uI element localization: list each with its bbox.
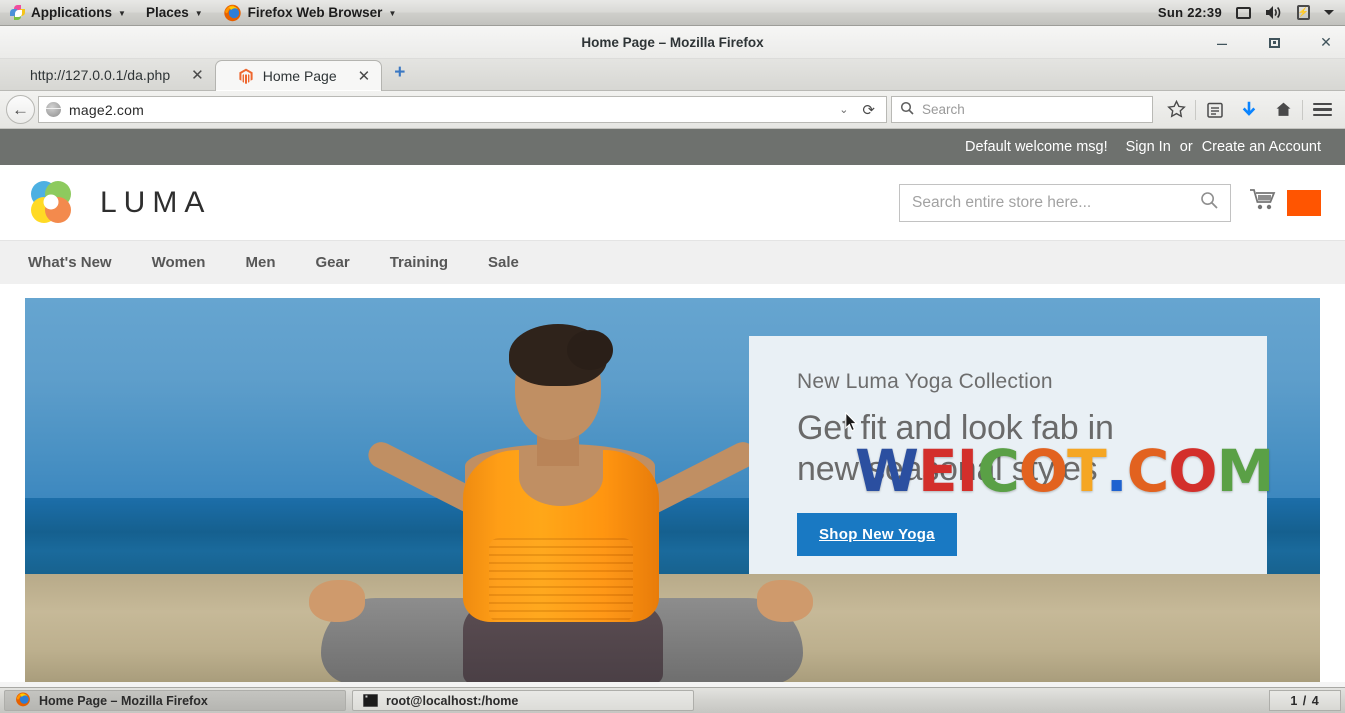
watermark-letter: M — [1216, 437, 1275, 505]
tab-title: Home Page — [262, 68, 337, 84]
taskbar-item-terminal[interactable]: root@localhost:/home — [352, 690, 694, 711]
create-account-link[interactable]: Create an Account — [1202, 139, 1321, 155]
cart-icon — [1249, 188, 1277, 217]
terminal-icon — [363, 692, 378, 707]
url-text: mage2.com — [69, 101, 144, 118]
minicart[interactable] — [1249, 188, 1321, 217]
taskbar-item-label: Home Page – Mozilla Firefox — [39, 693, 208, 708]
firefox-menu-label: Firefox Web Browser — [247, 5, 383, 20]
home-icon[interactable] — [1266, 95, 1300, 125]
tab-da-php[interactable]: http://127.0.0.1/da.php ✕ — [8, 60, 215, 90]
gnome-top-panel: Applications ▼ Places ▼ Firefox Web Brow… — [0, 0, 1345, 26]
store-header: LUMA Search entire store here... — [0, 165, 1345, 240]
nav-item-whats-new[interactable]: What's New — [24, 241, 132, 285]
watermark-letter: O — [1018, 437, 1068, 505]
library-icon[interactable] — [1198, 95, 1232, 125]
screen-root: Applications ▼ Places ▼ Firefox Web Brow… — [0, 0, 1345, 713]
welcome-message: Default welcome msg! — [964, 139, 1108, 155]
watermark-letter: O — [1168, 437, 1217, 505]
watermark-letter: I — [956, 437, 979, 505]
tab-strip: http://127.0.0.1/da.php ✕ Home Page ✕ + — [0, 59, 1345, 91]
taskbar-item-firefox[interactable]: Home Page – Mozilla Firefox — [4, 690, 346, 711]
caret-down-icon[interactable] — [1317, 0, 1341, 26]
shop-new-yoga-button[interactable]: Shop New Yoga — [797, 512, 957, 556]
page-viewport: Default welcome msg! Sign In or Create a… — [0, 129, 1345, 682]
window-title: Home Page – Mozilla Firefox — [581, 34, 764, 50]
panel-clock[interactable]: Sun 22:39 — [1151, 0, 1229, 26]
chevron-down-icon[interactable]: ⌄ — [833, 103, 854, 116]
nav-item-training[interactable]: Training — [370, 241, 468, 285]
close-button[interactable]: ✕ — [1315, 32, 1337, 54]
workspace-indicator[interactable]: 1 / 4 — [1269, 690, 1341, 711]
watermark-letter: . — [1105, 437, 1128, 505]
nav-item-men[interactable]: Men — [225, 241, 295, 285]
minimize-button[interactable]: – — [1211, 32, 1233, 54]
sign-in-link[interactable]: Sign In — [1126, 139, 1171, 155]
firefox-icon — [15, 691, 31, 710]
places-menu-label: Places — [145, 5, 189, 20]
url-bar[interactable]: mage2.com ⌄ ⟳ — [38, 96, 887, 123]
toolbar-icons — [1159, 95, 1339, 125]
window-titlebar: Home Page – Mozilla Firefox – ✕ — [0, 26, 1345, 59]
firefox-icon — [223, 3, 242, 22]
watermark-letter: E — [917, 437, 958, 505]
tab-title: http://127.0.0.1/da.php — [30, 67, 171, 83]
back-arrow-icon[interactable]: ← — [6, 95, 35, 124]
watermark-letter: T — [1067, 437, 1107, 505]
chevron-down-icon: ▼ — [118, 9, 126, 18]
store-logo-link[interactable]: LUMA — [24, 176, 211, 230]
luma-wordmark: LUMA — [100, 185, 212, 219]
panel-status-area: Sun 22:39 ⚡ — [1151, 0, 1345, 26]
window-controls: – ✕ — [1211, 26, 1337, 59]
tab-home-page[interactable]: Home Page ✕ — [214, 60, 383, 91]
firefox-window: Home Page – Mozilla Firefox – ✕ http://1… — [0, 26, 1345, 687]
store-main-nav: What's New Women Men Gear Training Sale — [0, 240, 1345, 284]
search-icon — [900, 101, 914, 118]
bookmark-star-icon[interactable] — [1159, 95, 1193, 125]
browser-toolbar: ← mage2.com ⌄ ⟳ Search — [0, 91, 1345, 129]
applications-menu-label: Applications — [31, 5, 113, 20]
taskbar-item-label: root@localhost:/home — [386, 693, 519, 708]
divider — [1195, 99, 1196, 120]
downloads-icon[interactable] — [1232, 95, 1266, 125]
store-topbar: Default welcome msg! Sign In or Create a… — [0, 129, 1345, 165]
nav-item-sale[interactable]: Sale — [468, 241, 539, 285]
app-pinwheel-icon — [10, 5, 25, 20]
magento-icon — [238, 68, 254, 84]
close-icon[interactable]: ✕ — [358, 67, 371, 85]
divider — [1302, 99, 1303, 120]
watermark-letter: C — [977, 437, 1020, 505]
watermark-letter: W — [855, 437, 919, 505]
close-icon[interactable]: ✕ — [191, 66, 204, 84]
firefox-window-menu[interactable]: Firefox Web Browser ▼ — [213, 0, 407, 26]
globe-icon — [46, 102, 61, 117]
nav-item-gear[interactable]: Gear — [295, 241, 369, 285]
browser-search-placeholder: Search — [922, 102, 965, 117]
nav-item-women[interactable]: Women — [132, 241, 226, 285]
places-menu[interactable]: Places ▼ — [136, 0, 213, 26]
menu-icon[interactable] — [1305, 95, 1339, 125]
hero-eyebrow: New Luma Yoga Collection — [797, 370, 1053, 393]
chevron-down-icon: ▼ — [388, 9, 397, 18]
store-search-placeholder: Search entire store here... — [912, 193, 1092, 211]
browser-search-box[interactable]: Search — [891, 96, 1153, 123]
new-tab-button[interactable]: + — [394, 62, 405, 84]
watermark-letter: C — [1126, 437, 1170, 505]
cart-color-swatch — [1287, 189, 1321, 216]
mouse-cursor — [845, 411, 859, 433]
battery-icon[interactable]: ⚡ — [1290, 0, 1317, 26]
window-list-taskbar: Home Page – Mozilla Firefox root@localho… — [0, 687, 1345, 713]
weicot-watermark: WEICOT.COM — [855, 437, 1275, 505]
chevron-down-icon: ▼ — [194, 9, 203, 18]
luma-logo-icon — [24, 176, 78, 230]
reload-icon[interactable]: ⟳ — [862, 101, 879, 119]
store-header-actions: Search entire store here... — [899, 183, 1321, 222]
volume-icon[interactable] — [1258, 0, 1290, 26]
maximize-button[interactable] — [1263, 32, 1285, 54]
or-separator: or — [1179, 139, 1193, 155]
display-icon[interactable] — [1229, 0, 1258, 26]
applications-menu[interactable]: Applications ▼ — [0, 0, 136, 26]
store-search-input[interactable]: Search entire store here... — [899, 183, 1231, 222]
search-icon[interactable] — [1200, 191, 1218, 214]
